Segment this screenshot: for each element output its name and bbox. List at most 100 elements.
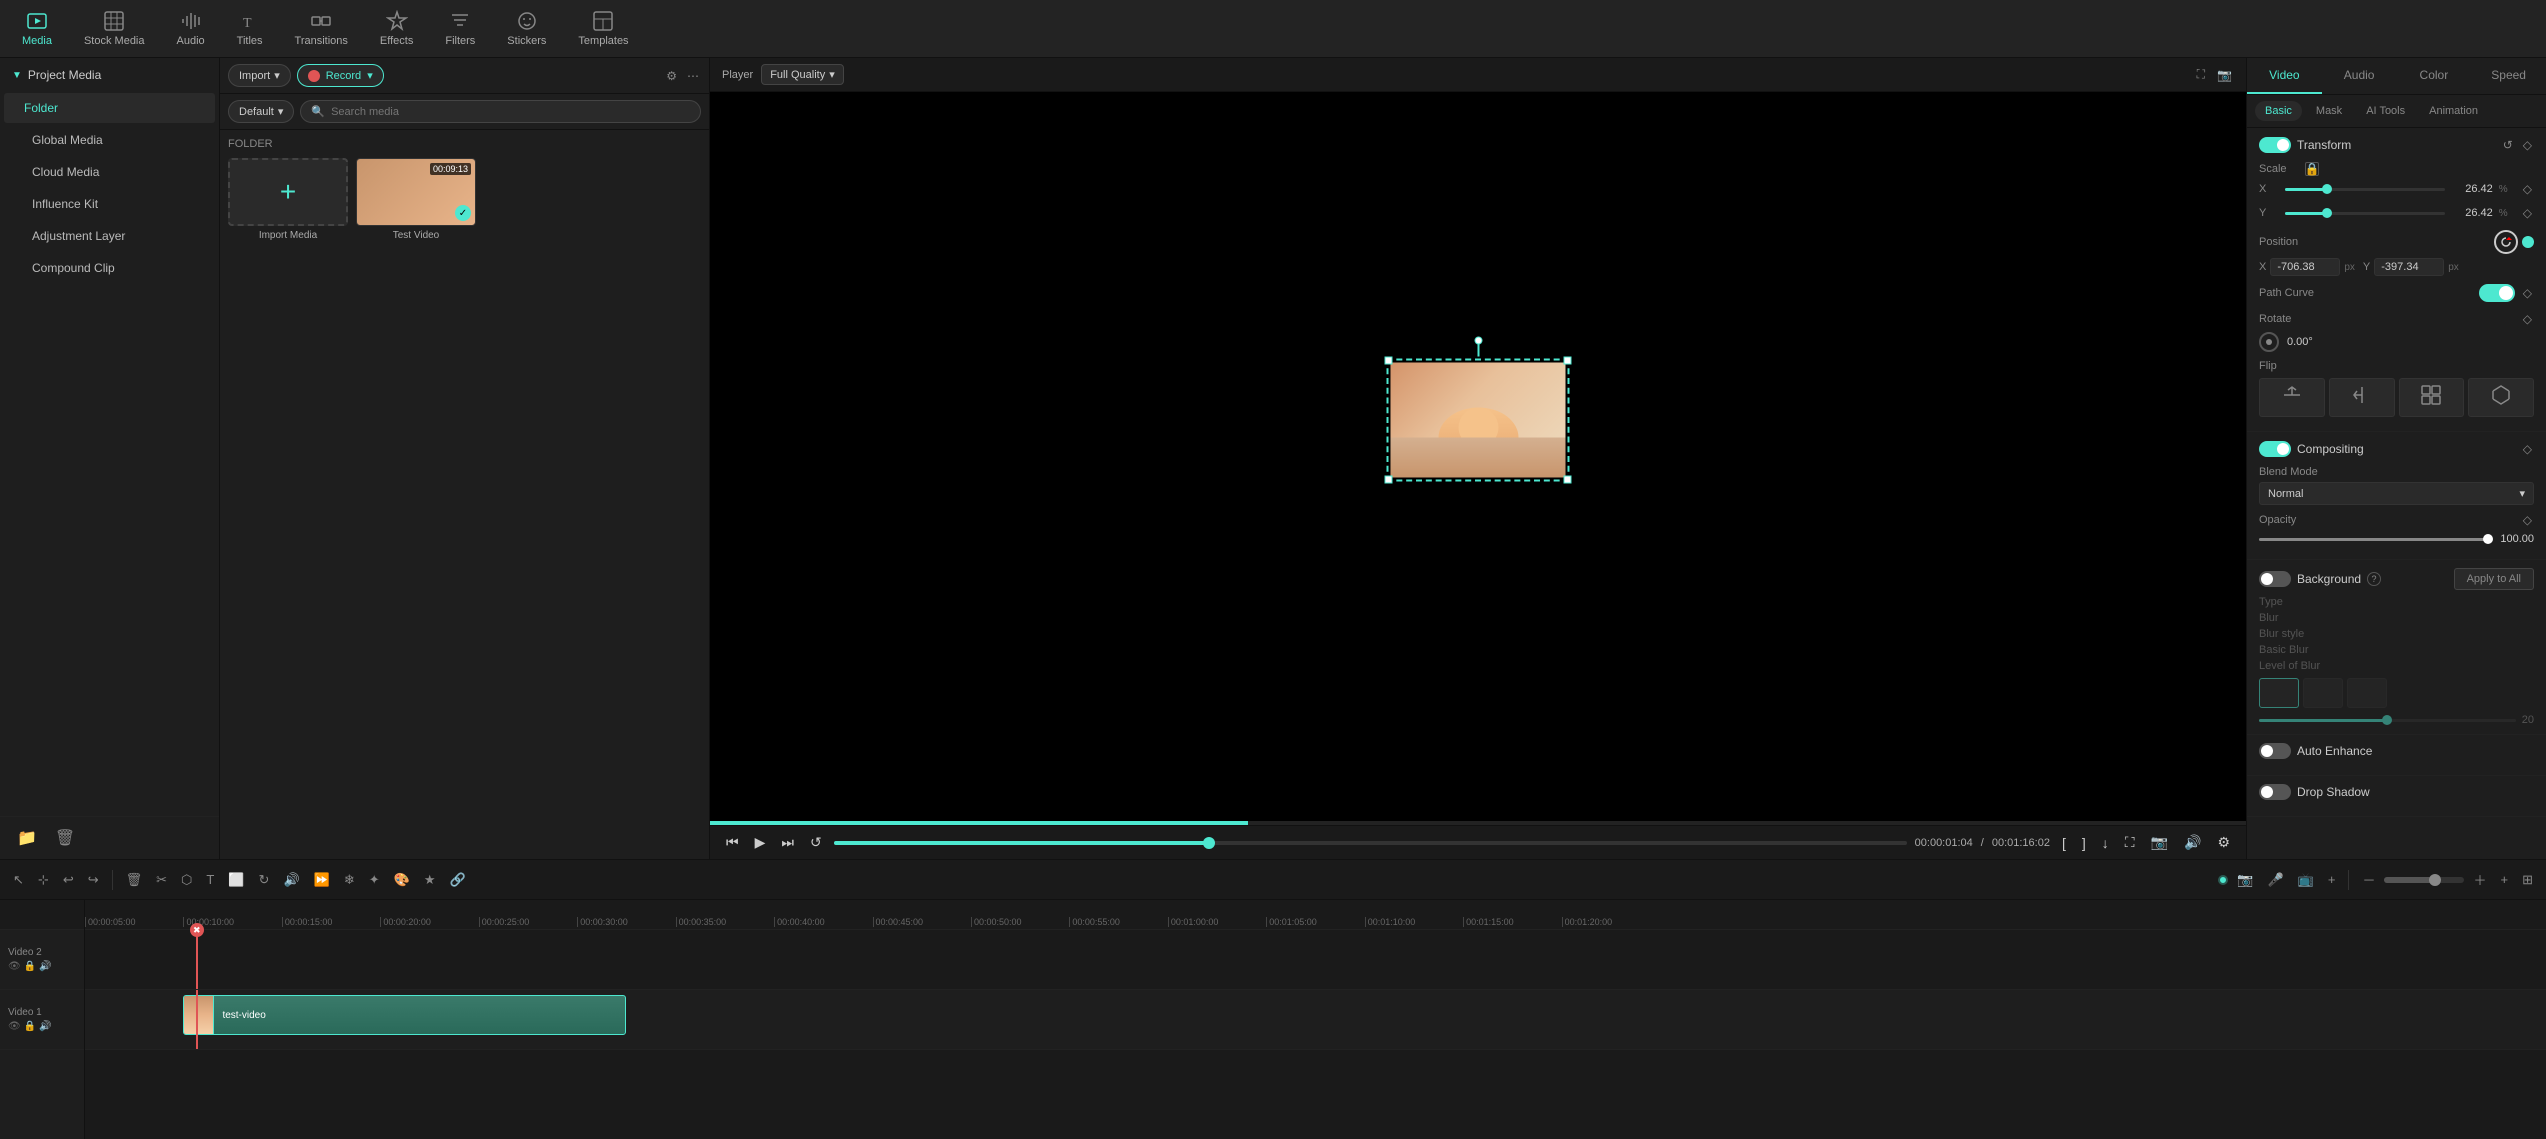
pos-x-input[interactable] (2270, 258, 2340, 276)
new-folder-btn[interactable]: 📁 (12, 825, 42, 851)
video1-hide-btn[interactable]: 👁 (8, 1021, 21, 1032)
tl-mic-btn[interactable]: 🎤 (2263, 869, 2289, 891)
track-video2[interactable]: ✖ (85, 930, 2546, 990)
scale-y-slider[interactable] (2285, 212, 2445, 215)
transform-keyframe-btn[interactable]: ◇ (2521, 136, 2534, 154)
sidebar-item-compound-clip[interactable]: Compound Clip (4, 253, 215, 283)
video1-mute-btn[interactable]: 🔊 (39, 1021, 51, 1032)
fullscreen-icon[interactable]: ⛶ (2195, 65, 2207, 84)
sidebar-item-adjustment-layer[interactable]: Adjustment Layer (4, 221, 215, 251)
drop-shadow-toggle[interactable] (2259, 784, 2291, 800)
progress-bar[interactable] (834, 841, 1907, 845)
tl-cut-btn[interactable]: ✂ (151, 869, 172, 891)
blur-slider[interactable] (2259, 719, 2516, 722)
insert-btn[interactable]: ↓ (2098, 833, 2113, 853)
sidebar-item-global-media[interactable]: Global Media (4, 125, 215, 155)
snapshot-icon[interactable]: 📷 (2215, 66, 2234, 84)
tl-audio-btn[interactable]: 🔊 (278, 869, 304, 891)
import-media-thumb[interactable]: + (228, 158, 348, 226)
tl-delete-btn[interactable]: 🗑 (121, 869, 148, 891)
zoom-handle[interactable] (2429, 874, 2441, 886)
tl-crop-btn[interactable]: ⬜ (223, 869, 249, 891)
default-sort-btn[interactable]: Default ▾ (228, 100, 294, 123)
sub-tab-mask[interactable]: Mask (2306, 101, 2352, 121)
sub-tab-basic[interactable]: Basic (2255, 101, 2302, 121)
volume-btn[interactable]: 🔊 (2180, 832, 2205, 853)
video2-hide-btn[interactable]: 👁 (8, 961, 21, 972)
sidebar-item-cloud-media[interactable]: Cloud Media (4, 157, 215, 187)
scale-y-keyframe-btn[interactable]: ◇ (2521, 204, 2534, 222)
tl-zoom-out-btn[interactable]: － (2357, 867, 2380, 892)
tl-freeze-btn[interactable]: ❄ (339, 869, 360, 891)
blur-box-1[interactable] (2259, 678, 2299, 708)
search-input[interactable] (331, 106, 690, 118)
prev-frame-btn[interactable]: ⏮ (722, 832, 743, 853)
background-toggle[interactable] (2259, 571, 2291, 587)
nav-filters[interactable]: Filters (431, 6, 489, 51)
flip-h-btn[interactable] (2329, 378, 2395, 417)
snapshot-player-btn[interactable]: 📷 (2147, 832, 2172, 853)
sidebar-item-folder[interactable]: Folder (4, 93, 215, 123)
tl-link-btn[interactable]: 🔗 (444, 869, 470, 891)
project-media-header[interactable]: ▼ Project Media (0, 58, 219, 92)
import-btn[interactable]: Import ▾ (228, 64, 291, 87)
nav-audio[interactable]: Audio (163, 6, 219, 51)
nav-stock-media[interactable]: Stock Media (70, 6, 159, 51)
tl-add-track-btn[interactable]: + (2323, 869, 2341, 890)
next-frame-btn[interactable]: ⏭ (777, 832, 798, 853)
tab-audio[interactable]: Audio (2322, 58, 2397, 94)
rotate-keyframe-btn[interactable]: ◇ (2521, 310, 2534, 328)
flip-v2-btn[interactable] (2468, 378, 2534, 417)
scale-x-keyframe-btn[interactable]: ◇ (2521, 180, 2534, 198)
mark-in-btn[interactable]: [ (2058, 833, 2070, 853)
timeline-content[interactable]: 00:00:05:00 00:00:10:00 00:00:15:00 00:0… (85, 900, 2546, 1139)
tl-rotate-btn[interactable]: ↻ (254, 869, 275, 891)
scale-x-slider[interactable] (2285, 188, 2445, 191)
blend-mode-select[interactable]: Normal ▾ (2259, 482, 2534, 505)
position-reset-btn[interactable] (2494, 230, 2518, 254)
play-btn[interactable]: ▶ (751, 832, 770, 853)
pos-y-input[interactable] (2374, 258, 2444, 276)
quality-select[interactable]: Full Quality ▾ (761, 64, 844, 85)
auto-enhance-toggle[interactable] (2259, 743, 2291, 759)
opacity-keyframe-btn[interactable]: ◇ (2521, 511, 2534, 529)
tl-ripple-btn[interactable]: ⊹ (33, 869, 54, 891)
more-btn[interactable]: ⋯ (685, 67, 701, 85)
nav-templates[interactable]: Templates (564, 6, 642, 51)
nav-stickers[interactable]: Stickers (493, 6, 560, 51)
compositing-keyframe-btn[interactable]: ◇ (2521, 440, 2534, 458)
sidebar-item-influence-kit[interactable]: Influence Kit (4, 189, 215, 219)
filter-btn[interactable]: ⚙ (664, 67, 679, 85)
track-video1[interactable]: test-video (85, 990, 2546, 1050)
tl-select-btn[interactable]: ↖ (8, 869, 29, 891)
transform-reset-btn[interactable]: ↺ (2501, 136, 2515, 154)
record-btn[interactable]: Record ▾ (297, 64, 384, 87)
tl-zoom-in-btn[interactable]: ＋ (2468, 867, 2491, 892)
video2-mute-btn[interactable]: 🔊 (39, 961, 51, 972)
rotate-dial[interactable] (2259, 332, 2279, 352)
loop-btn[interactable]: ↺ (806, 832, 826, 853)
video1-lock-btn[interactable]: 🔒 (24, 1021, 36, 1032)
blur-box-2[interactable] (2303, 678, 2343, 708)
tl-undo-btn[interactable]: ↩ (58, 869, 79, 891)
flip-h2-btn[interactable] (2399, 378, 2465, 417)
delete-item-btn[interactable]: 🗑 (50, 825, 80, 851)
nav-transitions[interactable]: Transitions (281, 6, 362, 51)
tl-speed-btn[interactable]: ⏩ (309, 869, 335, 891)
sub-tab-ai-tools[interactable]: AI Tools (2356, 101, 2415, 121)
background-info-icon[interactable]: ? (2367, 572, 2381, 586)
tl-effects-btn[interactable]: ★ (419, 869, 441, 891)
tl-color-btn[interactable]: 🎨 (389, 869, 415, 891)
apply-to-all-btn[interactable]: Apply to All (2454, 568, 2534, 590)
tl-grid-btn[interactable]: ⊞ (2517, 869, 2538, 891)
nav-titles[interactable]: T Titles (223, 6, 277, 51)
tl-ai-btn[interactable]: ✦ (364, 869, 385, 891)
nav-media[interactable]: Media (8, 6, 66, 51)
path-curve-toggle[interactable] (2479, 284, 2515, 302)
tab-video[interactable]: Video (2247, 58, 2322, 94)
tl-add-btn[interactable]: + (2496, 869, 2514, 890)
tab-speed[interactable]: Speed (2471, 58, 2546, 94)
path-curve-keyframe-btn[interactable]: ◇ (2521, 284, 2534, 302)
compositing-toggle[interactable] (2259, 441, 2291, 457)
zoom-slider[interactable] (2384, 877, 2464, 883)
